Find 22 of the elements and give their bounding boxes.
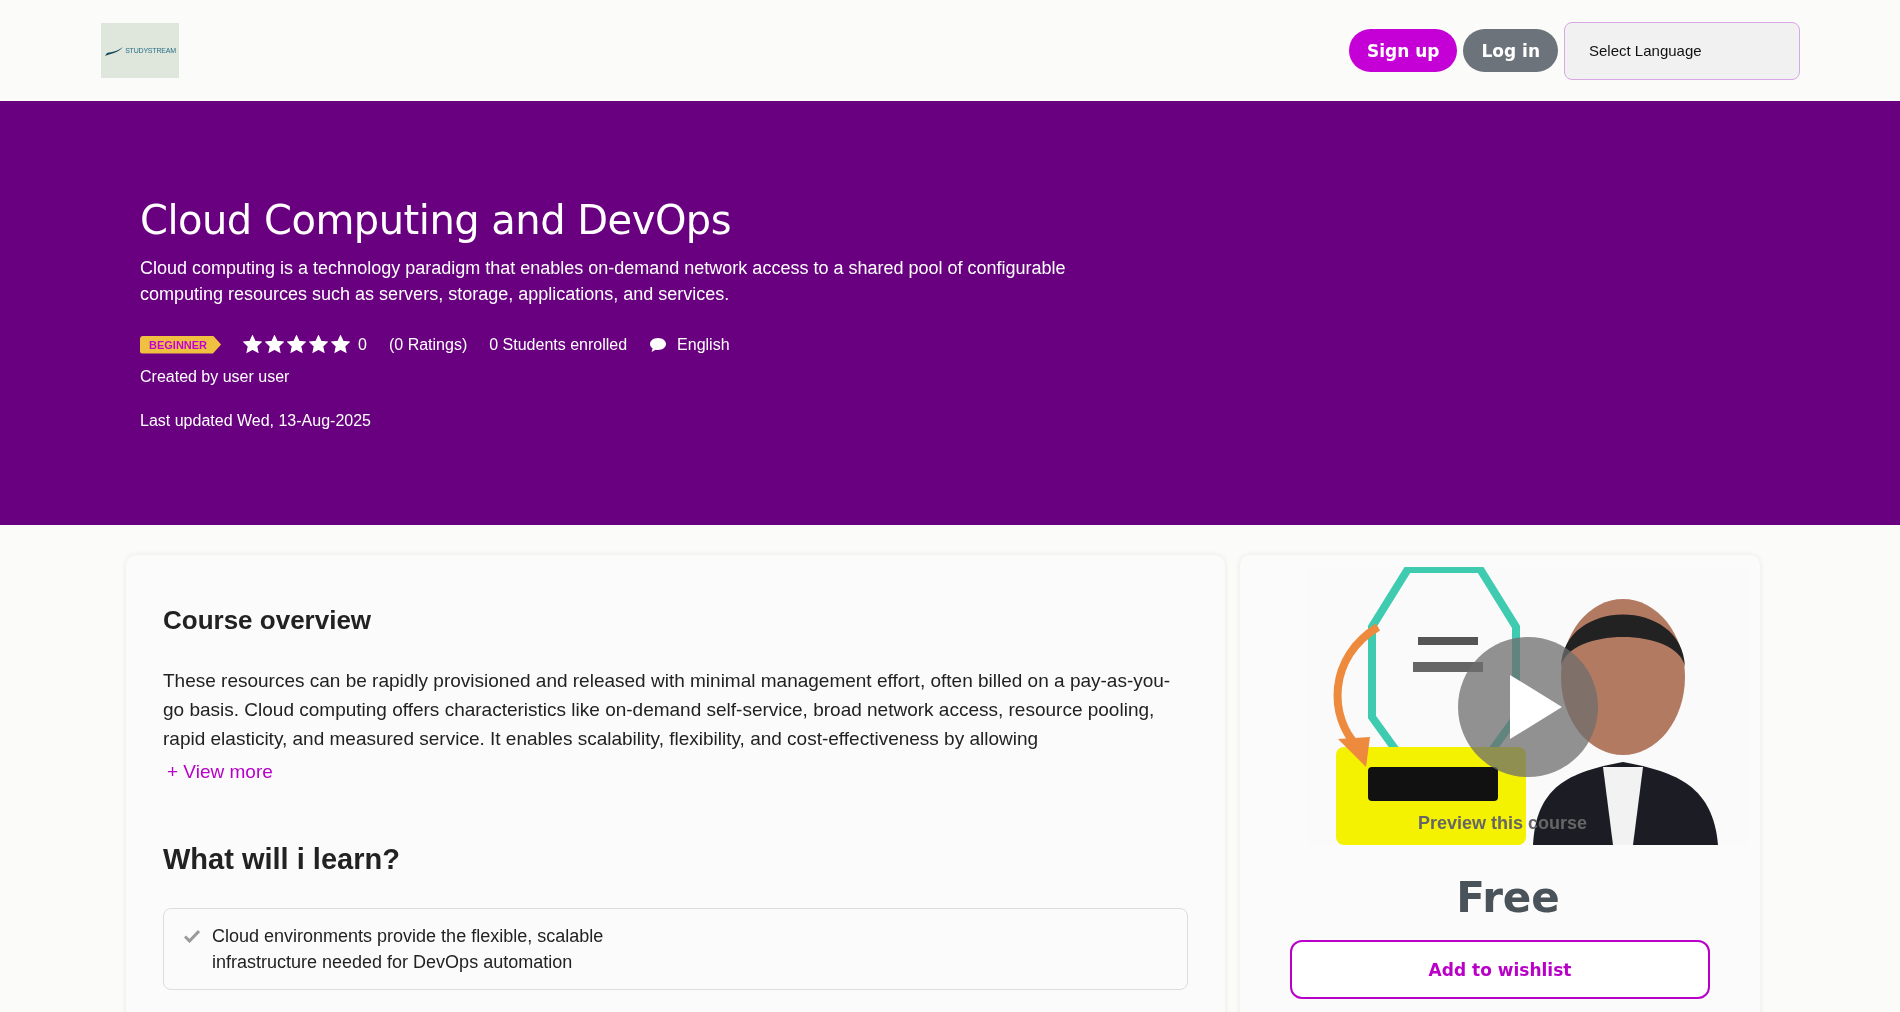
rating-value: 0 [358,335,367,354]
view-more-link[interactable]: + View more [167,761,273,783]
course-title: Cloud Computing and DevOps [140,197,733,243]
play-icon[interactable] [1458,637,1598,777]
created-by: Created by user user [140,368,291,386]
course-description: Cloud computing is a technology paradigm that enables on-demand network access to a shared pool of configurable computing resources such as servers, storage, applications, and services. [140,257,1067,306]
course-price: Free [1455,873,1561,922]
course-language: English [677,335,730,354]
overview-text: These resources can be rapidly provisioned and released with minimal management effort, often billed on a pay-as-you-go basis. Cloud computing offers characteristics like on-demand self-service, broad network access, resource pooling, rapid elasticity, and measured service. It enables scalability, flexibility, and cost-effectiveness by allowing [163,669,1172,751]
speech-bubble-icon [649,336,668,353]
section-heading: Course overview [163,605,373,636]
section-heading: What will i learn? [163,843,401,876]
language-select[interactable]: Select Language [1564,21,1800,80]
students-enrolled: 0 Students enrolled [489,335,628,354]
check-icon [184,929,200,943]
last-updated: Last updated Wed, 13-Aug-2025 [140,412,372,430]
header-button[interactable]: Sign up [1348,29,1458,72]
level-badge: BEGINNER [140,335,222,354]
ratings-count: (0 Ratings) [388,335,468,354]
header-button[interactable]: Log in [1463,29,1558,72]
learn-item: Cloud environments provide the flexible, scalable infrastructure needed for DevOps automation [212,925,605,974]
wishlist-button[interactable]: Add to wishlist [1290,940,1710,999]
